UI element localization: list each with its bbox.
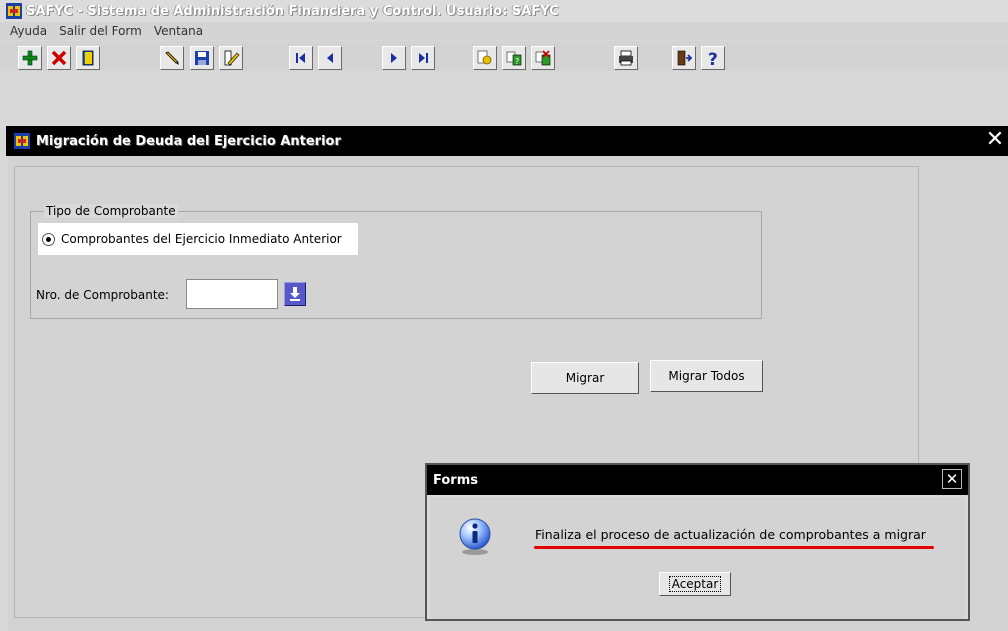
group-label: Tipo de Comprobante (44, 204, 178, 218)
menu-ventana[interactable]: Ventana (154, 24, 203, 38)
app-title: SAFYC - Sistema de Administración Financ… (26, 3, 559, 19)
svg-text:?: ? (708, 50, 718, 67)
radio-comprobantes-anterior[interactable]: Comprobantes del Ejercicio Inmediato Ant… (38, 223, 358, 255)
last-record-button[interactable] (411, 46, 435, 70)
svg-text:?: ? (515, 57, 519, 66)
enter-query-button[interactable] (473, 46, 497, 70)
next-record-button[interactable] (382, 46, 406, 70)
dialog-close-button[interactable]: ✕ (942, 469, 962, 489)
help-button[interactable]: ? (701, 46, 725, 70)
migrar-todos-button[interactable]: Migrar Todos (650, 360, 763, 392)
window-close-button[interactable]: ✕ (984, 129, 1006, 153)
exit-door-icon (677, 50, 693, 66)
menu-salir-del-form[interactable]: Salir del Form (59, 24, 142, 38)
help-question-icon: ? (708, 50, 718, 67)
eraser-icon (224, 50, 240, 66)
red-x-icon (51, 50, 67, 66)
form-window-icon (14, 133, 30, 149)
forms-alert-dialog: Forms ✕ Finaliza el proceso de actualiza… (425, 463, 970, 621)
last-icon (419, 53, 428, 63)
clear-button[interactable] (219, 46, 243, 70)
menu-bar: Ayuda Salir del Form Ventana (0, 22, 1008, 40)
form-window-title-bar: Migración de Deuda del Ejercicio Anterio… (6, 126, 1008, 156)
book-icon (82, 50, 94, 66)
dialog-title: Forms (433, 472, 478, 488)
execute-query-button[interactable]: ? (502, 46, 526, 70)
first-record-button[interactable] (289, 46, 313, 70)
query-button[interactable] (76, 46, 100, 70)
floppy-disk-icon (195, 51, 209, 65)
print-button[interactable] (614, 46, 638, 70)
save-button[interactable] (190, 46, 214, 70)
query-icon (477, 50, 492, 65)
red-underline-annotation (534, 546, 934, 549)
migrar-button[interactable]: Migrar (531, 362, 639, 394)
nro-comprobante-label: Nro. de Comprobante: (36, 288, 169, 302)
delete-record-button[interactable] (47, 46, 71, 70)
dialog-message: Finaliza el proceso de actualización de … (535, 527, 926, 542)
arrow-down-icon (290, 287, 300, 301)
execute-query-icon: ? (506, 51, 522, 66)
cancel-query-icon (535, 50, 551, 66)
info-icon (459, 518, 491, 555)
green-plus-icon (22, 50, 38, 66)
form-window-title: Migración de Deuda del Ejercicio Anterio… (36, 133, 341, 149)
radio-selected-icon[interactable] (42, 232, 55, 246)
next-icon (391, 53, 397, 63)
edit-button[interactable] (160, 46, 184, 70)
aceptar-label: Aceptar (668, 576, 722, 592)
previous-record-button[interactable] (318, 46, 342, 70)
menu-ayuda[interactable]: Ayuda (10, 24, 47, 38)
exit-button[interactable] (672, 46, 696, 70)
app-title-bar: SAFYC - Sistema de Administración Financ… (0, 0, 1008, 22)
list-of-values-button[interactable] (284, 282, 306, 306)
radio-label: Comprobantes del Ejercicio Inmediato Ant… (61, 232, 342, 246)
previous-icon (327, 53, 333, 63)
nro-comprobante-input[interactable] (186, 279, 278, 309)
aceptar-button[interactable]: Aceptar (659, 572, 731, 596)
insert-record-button[interactable] (18, 46, 42, 70)
pencil-icon (165, 51, 179, 65)
cancel-query-button[interactable] (531, 46, 555, 70)
first-icon (296, 53, 305, 63)
dialog-title-bar: Forms ✕ (427, 465, 968, 495)
app-logo-icon (6, 3, 22, 19)
dialog-body (430, 497, 965, 619)
printer-icon (619, 50, 633, 66)
